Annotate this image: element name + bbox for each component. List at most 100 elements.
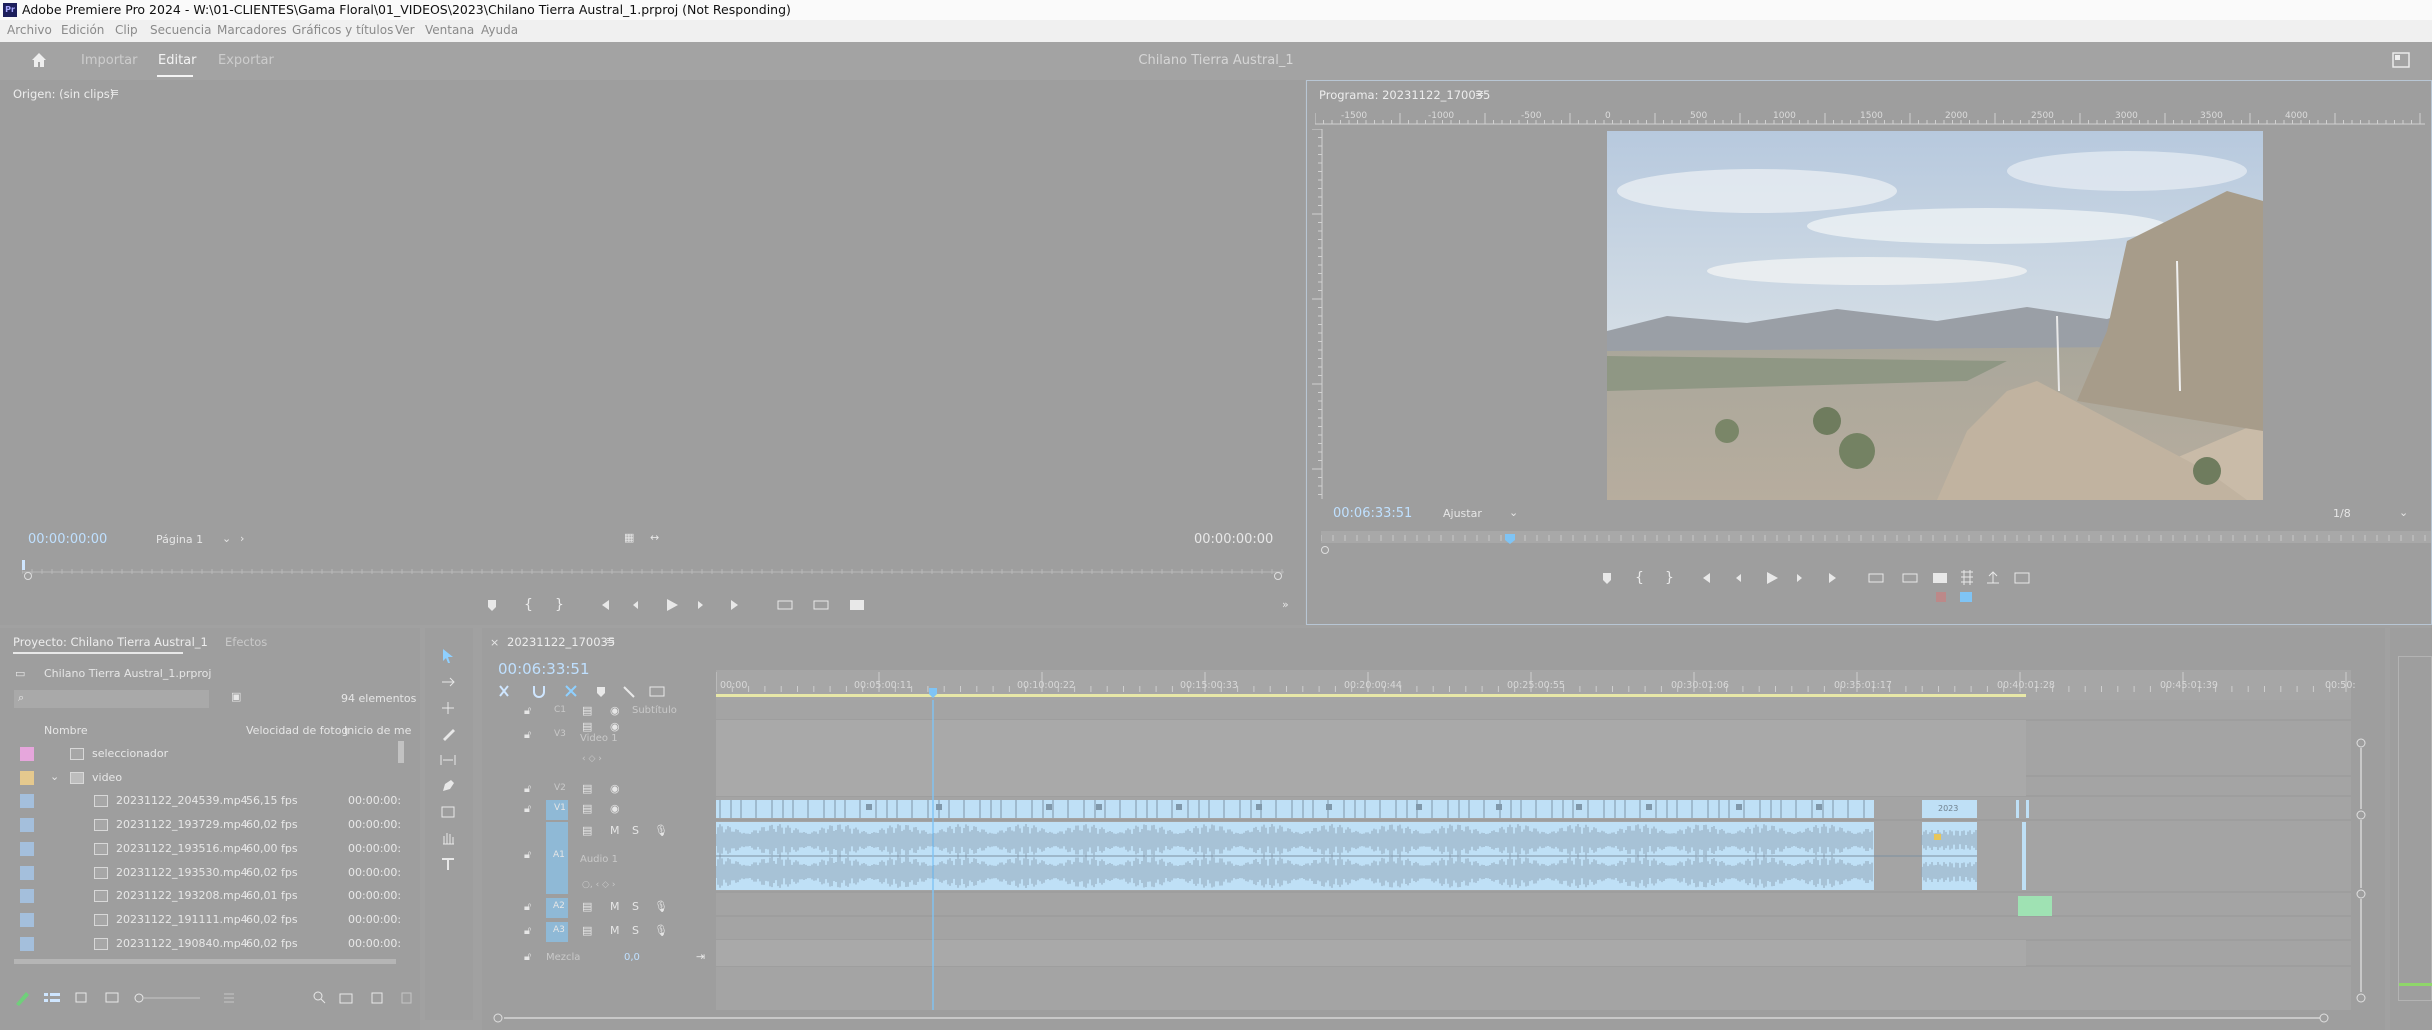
track-v1[interactable]: V1 xyxy=(554,803,566,813)
lock-icon[interactable]: 🔓︎ xyxy=(524,728,531,742)
source-more-icon[interactable]: » xyxy=(1282,598,1289,611)
project-hscrollbar[interactable] xyxy=(14,959,396,964)
track-a2[interactable]: A2 xyxy=(553,901,565,911)
timeline-hscrollbar[interactable] xyxy=(482,1011,2352,1025)
mute-button[interactable]: M xyxy=(610,824,620,837)
list-item[interactable]: 20231122_191111.mp4 60,02 fps 00:00:00: xyxy=(0,910,401,932)
workspace-menu-icon[interactable] xyxy=(2392,52,2410,68)
lock-icon[interactable]: 🔓︎ xyxy=(524,950,531,964)
menu-graficos[interactable]: Gráficos y títulos xyxy=(292,23,393,37)
menu-edicion[interactable]: Edición xyxy=(61,23,104,37)
solo-button[interactable]: S xyxy=(632,924,639,937)
tab-project[interactable]: Proyecto: Chilano Tierra Austral_1 xyxy=(13,635,208,649)
microphone-icon[interactable]: 🎙︎ xyxy=(654,824,668,837)
close-icon[interactable]: × xyxy=(490,636,499,649)
solo-button[interactable]: S xyxy=(632,824,639,837)
chevron-down-icon[interactable]: ⌄ xyxy=(50,770,59,783)
lock-icon[interactable]: 🔓︎ xyxy=(524,900,531,914)
list-item[interactable]: 20231122_190840.mp4 60,02 fps 00:00:00: xyxy=(0,934,401,956)
program-resolution-select[interactable]: 1/8 xyxy=(2333,507,2351,520)
mute-button[interactable]: M xyxy=(610,924,620,937)
sync-icon[interactable]: ▤ xyxy=(582,900,592,913)
menu-ayuda[interactable]: Ayuda xyxy=(481,23,518,37)
hand-tool-icon[interactable] xyxy=(440,830,456,846)
eye-icon[interactable]: ◉ xyxy=(610,704,620,717)
program-fit-select[interactable]: Ajustar xyxy=(1443,507,1482,520)
list-item[interactable]: 20231122_204539.mp4 56,15 fps 00:00:00: xyxy=(0,791,401,813)
mix-end-icon[interactable]: ⇥ xyxy=(696,950,705,963)
lock-icon[interactable]: 🔓︎ xyxy=(524,704,531,718)
expand-icon[interactable]: ↔ xyxy=(650,531,659,544)
timeline-ruler[interactable]: 00:00 00:05:00:11 00:10:00:22 00:15:00:3… xyxy=(716,670,2356,700)
label-color-swatch[interactable] xyxy=(20,912,34,927)
lock-icon[interactable]: 🔓︎ xyxy=(524,782,531,796)
sync-icon[interactable]: ▤ xyxy=(582,720,592,733)
program-panel-menu-icon[interactable]: ≡ xyxy=(1475,87,1484,100)
tab-effects[interactable]: Efectos xyxy=(225,635,267,649)
lock-icon[interactable]: 🔓︎ xyxy=(524,924,531,938)
menu-ventana[interactable]: Ventana xyxy=(425,23,474,37)
column-fps[interactable]: Velocidad de fotog xyxy=(246,724,348,737)
list-item[interactable]: 20231122_193516.mp4 60,00 fps 00:00:00: xyxy=(0,839,401,861)
timeline-vscrollbar[interactable] xyxy=(2354,738,2368,1008)
column-name[interactable]: Nombre xyxy=(44,724,88,737)
project-scrollbar[interactable] xyxy=(398,741,404,763)
label-color-swatch[interactable] xyxy=(20,865,34,880)
track-v2[interactable]: V2 xyxy=(554,783,566,793)
lock-icon[interactable]: 🔓︎ xyxy=(524,802,531,816)
timeline-menu-icon[interactable]: ≡ xyxy=(606,634,615,647)
eye-icon[interactable]: ◉ xyxy=(610,782,620,795)
sync-icon[interactable]: ▤ xyxy=(582,782,592,795)
eye-icon[interactable]: ◉ xyxy=(610,720,620,733)
sequence-tab[interactable]: 20231122_170035 xyxy=(507,635,615,649)
new-bin-icon[interactable]: ▣ xyxy=(231,690,241,703)
solo-button[interactable]: S xyxy=(632,900,639,913)
mute-button[interactable]: M xyxy=(610,900,620,913)
chevron-down-icon[interactable]: ⌄ xyxy=(222,532,231,545)
menu-ver[interactable]: Ver xyxy=(395,23,415,37)
timeline-tracks[interactable]: 2023 xyxy=(716,700,2351,1010)
source-timecode-in[interactable]: 00:00:00:00 xyxy=(28,532,107,547)
list-item[interactable]: 20231122_193208.mp4 60,01 fps 00:00:00: xyxy=(0,886,401,908)
label-color-swatch[interactable] xyxy=(20,889,34,904)
audio-keyframe-nav[interactable]: ○, ‹ ◇ › xyxy=(582,880,615,890)
source-page-select[interactable]: Página 1 xyxy=(156,533,203,546)
track-a1[interactable]: A1 xyxy=(553,850,565,860)
track-v3[interactable]: V3 xyxy=(554,729,566,739)
sync-icon[interactable]: ▤ xyxy=(582,802,592,815)
microphone-icon[interactable]: 🎙︎ xyxy=(654,924,668,937)
razor-tool-icon[interactable] xyxy=(440,726,456,742)
sync-icon[interactable]: ▤ xyxy=(582,824,592,837)
menu-secuencia[interactable]: Secuencia xyxy=(150,23,211,37)
selection-tool-icon[interactable] xyxy=(440,648,456,664)
label-color-swatch[interactable] xyxy=(20,747,34,761)
pen-tool-icon[interactable] xyxy=(440,778,456,794)
source-scrub-bar[interactable] xyxy=(22,560,1284,582)
track-c1[interactable]: C1 xyxy=(554,705,566,715)
microphone-icon[interactable]: 🎙︎ xyxy=(654,900,668,913)
ripple-edit-tool-icon[interactable] xyxy=(440,700,456,716)
track-select-tool-icon[interactable] xyxy=(440,674,456,690)
eye-icon[interactable]: ◉ xyxy=(610,802,620,815)
source-panel-menu-icon[interactable]: ≡ xyxy=(110,86,119,99)
project-search-input[interactable]: ⌕ xyxy=(14,690,209,708)
lock-icon[interactable]: 🔓︎ xyxy=(524,848,531,862)
menu-clip[interactable]: Clip xyxy=(115,23,138,37)
label-color-swatch[interactable] xyxy=(20,794,34,809)
menu-marcadores[interactable]: Marcadores xyxy=(217,23,287,37)
track-a3[interactable]: A3 xyxy=(553,925,565,935)
keyframe-nav[interactable]: ‹ ◇ › xyxy=(582,754,602,764)
rectangle-tool-icon[interactable] xyxy=(440,804,456,820)
list-item[interactable]: 20231122_193729.mp4 60,02 fps 00:00:00: xyxy=(0,815,401,837)
program-timecode[interactable]: 00:06:33:51 xyxy=(1333,506,1412,521)
type-tool-icon[interactable] xyxy=(440,856,456,872)
sync-icon[interactable]: ▤ xyxy=(582,924,592,937)
label-color-swatch[interactable] xyxy=(20,770,34,785)
label-color-swatch[interactable] xyxy=(20,936,34,951)
slip-tool-icon[interactable] xyxy=(440,752,456,768)
label-color-swatch[interactable] xyxy=(20,818,34,833)
list-item[interactable]: seleccionador xyxy=(0,744,396,766)
program-scrub-bar[interactable] xyxy=(1321,531,2431,557)
menu-archivo[interactable]: Archivo xyxy=(7,23,52,37)
list-item[interactable]: ⌄ video xyxy=(0,768,396,790)
